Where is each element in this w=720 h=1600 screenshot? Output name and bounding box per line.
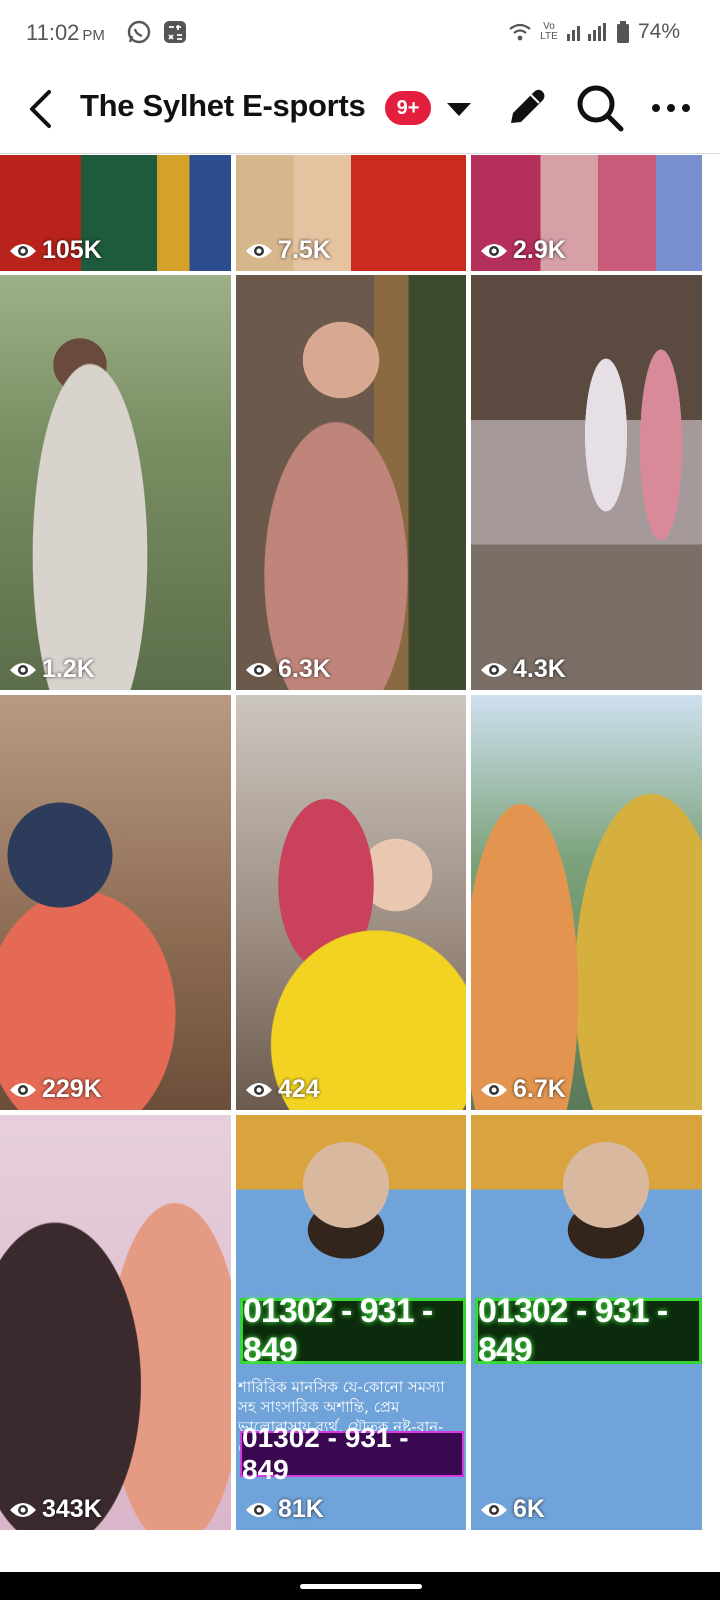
video-tile[interactable]: 7.5K	[236, 155, 466, 271]
battery-percent: 74%	[637, 20, 680, 43]
view-count: 7.5K	[244, 236, 331, 265]
view-count: 6.7K	[479, 1075, 566, 1104]
video-tile[interactable]: 424	[236, 695, 466, 1110]
edit-button[interactable]	[500, 80, 552, 136]
view-count: 81K	[244, 1495, 324, 1524]
video-thumbnail	[471, 695, 702, 1110]
edit-icon	[511, 89, 545, 123]
home-gesture-handle[interactable]	[300, 1584, 422, 1589]
eye-icon	[10, 1082, 36, 1097]
eye-icon	[246, 1082, 272, 1097]
video-tile[interactable]: 343K	[0, 1115, 231, 1530]
view-count: 4.3K	[479, 655, 566, 684]
status-time: 11:02 PM	[26, 20, 105, 46]
caret-down-icon	[447, 103, 471, 116]
volte-label: Vo LTE	[540, 21, 558, 42]
back-button[interactable]	[20, 84, 60, 134]
video-thumbnail	[236, 695, 466, 1110]
search-button[interactable]	[572, 80, 628, 136]
view-count: 424	[244, 1075, 320, 1104]
eye-icon	[481, 1082, 507, 1097]
status-time-value: 11:02	[26, 20, 80, 45]
eye-icon	[10, 662, 36, 677]
phone-number-banner: 01302 - 931 - 849	[240, 1292, 466, 1369]
status-app-icons	[126, 19, 188, 45]
eye-icon	[10, 243, 36, 258]
video-tile[interactable]: 01302 - 931 - 849 শারিরিক মানসিক যে-কোনো…	[236, 1115, 466, 1530]
video-tile[interactable]: 6.3K	[236, 275, 466, 690]
video-tile[interactable]: 4.3K	[471, 275, 702, 690]
view-count: 2.9K	[479, 236, 566, 265]
status-right: Vo LTE 74%	[508, 20, 680, 44]
video-thumbnail	[236, 275, 466, 690]
more-icon	[652, 104, 690, 112]
video-thumbnail	[471, 275, 702, 690]
calculator-icon	[164, 21, 186, 43]
view-count: 105K	[8, 236, 102, 265]
video-tile[interactable]: 229K	[0, 695, 231, 1110]
wifi-icon	[509, 23, 531, 41]
app-bar: The Sylhet E-sports 9+	[0, 66, 720, 154]
phone-number-banner: 01302 - 931 - 849	[475, 1292, 702, 1369]
video-grid: 105K 7.5K 2.9K 1.2K 6.3K 4.3K 229K 424 6…	[0, 155, 720, 1572]
video-thumbnail	[0, 695, 231, 1110]
more-options-button[interactable]	[645, 80, 697, 136]
status-ampm: PM	[82, 27, 105, 44]
view-count: 343K	[8, 1495, 102, 1524]
purple-phone-banner: 01302 - 931 - 849	[240, 1422, 464, 1485]
status-bar: 11:02 PM Vo LTE 74%	[0, 0, 720, 66]
view-count: 229K	[8, 1075, 102, 1104]
system-nav-bar	[0, 1572, 720, 1600]
page-title[interactable]: The Sylhet E-sports	[80, 88, 366, 124]
video-tile[interactable]: 2.9K	[471, 155, 702, 271]
video-thumbnail	[0, 275, 231, 690]
view-count: 6K	[479, 1495, 545, 1524]
video-tile[interactable]: 105K	[0, 155, 231, 271]
eye-icon	[481, 662, 507, 677]
search-icon	[577, 85, 624, 132]
view-count: 1.2K	[8, 655, 95, 684]
video-tile[interactable]: 1.2K	[0, 275, 231, 690]
view-count: 6.3K	[244, 655, 331, 684]
eye-icon	[246, 243, 272, 258]
eye-icon	[481, 1502, 507, 1517]
video-tile[interactable]: 6.7K	[471, 695, 702, 1110]
signal-icon	[566, 23, 606, 41]
battery-icon	[616, 21, 629, 43]
notification-badge: 9+	[385, 91, 431, 125]
eye-icon	[481, 243, 507, 258]
eye-icon	[10, 1502, 36, 1517]
eye-icon	[246, 662, 272, 677]
video-thumbnail	[0, 1115, 231, 1530]
back-icon	[30, 90, 51, 128]
dropdown-button[interactable]	[441, 94, 477, 124]
whatsapp-icon	[127, 20, 151, 44]
eye-icon	[246, 1502, 272, 1517]
video-tile[interactable]: 01302 - 931 - 849 6K	[471, 1115, 702, 1530]
